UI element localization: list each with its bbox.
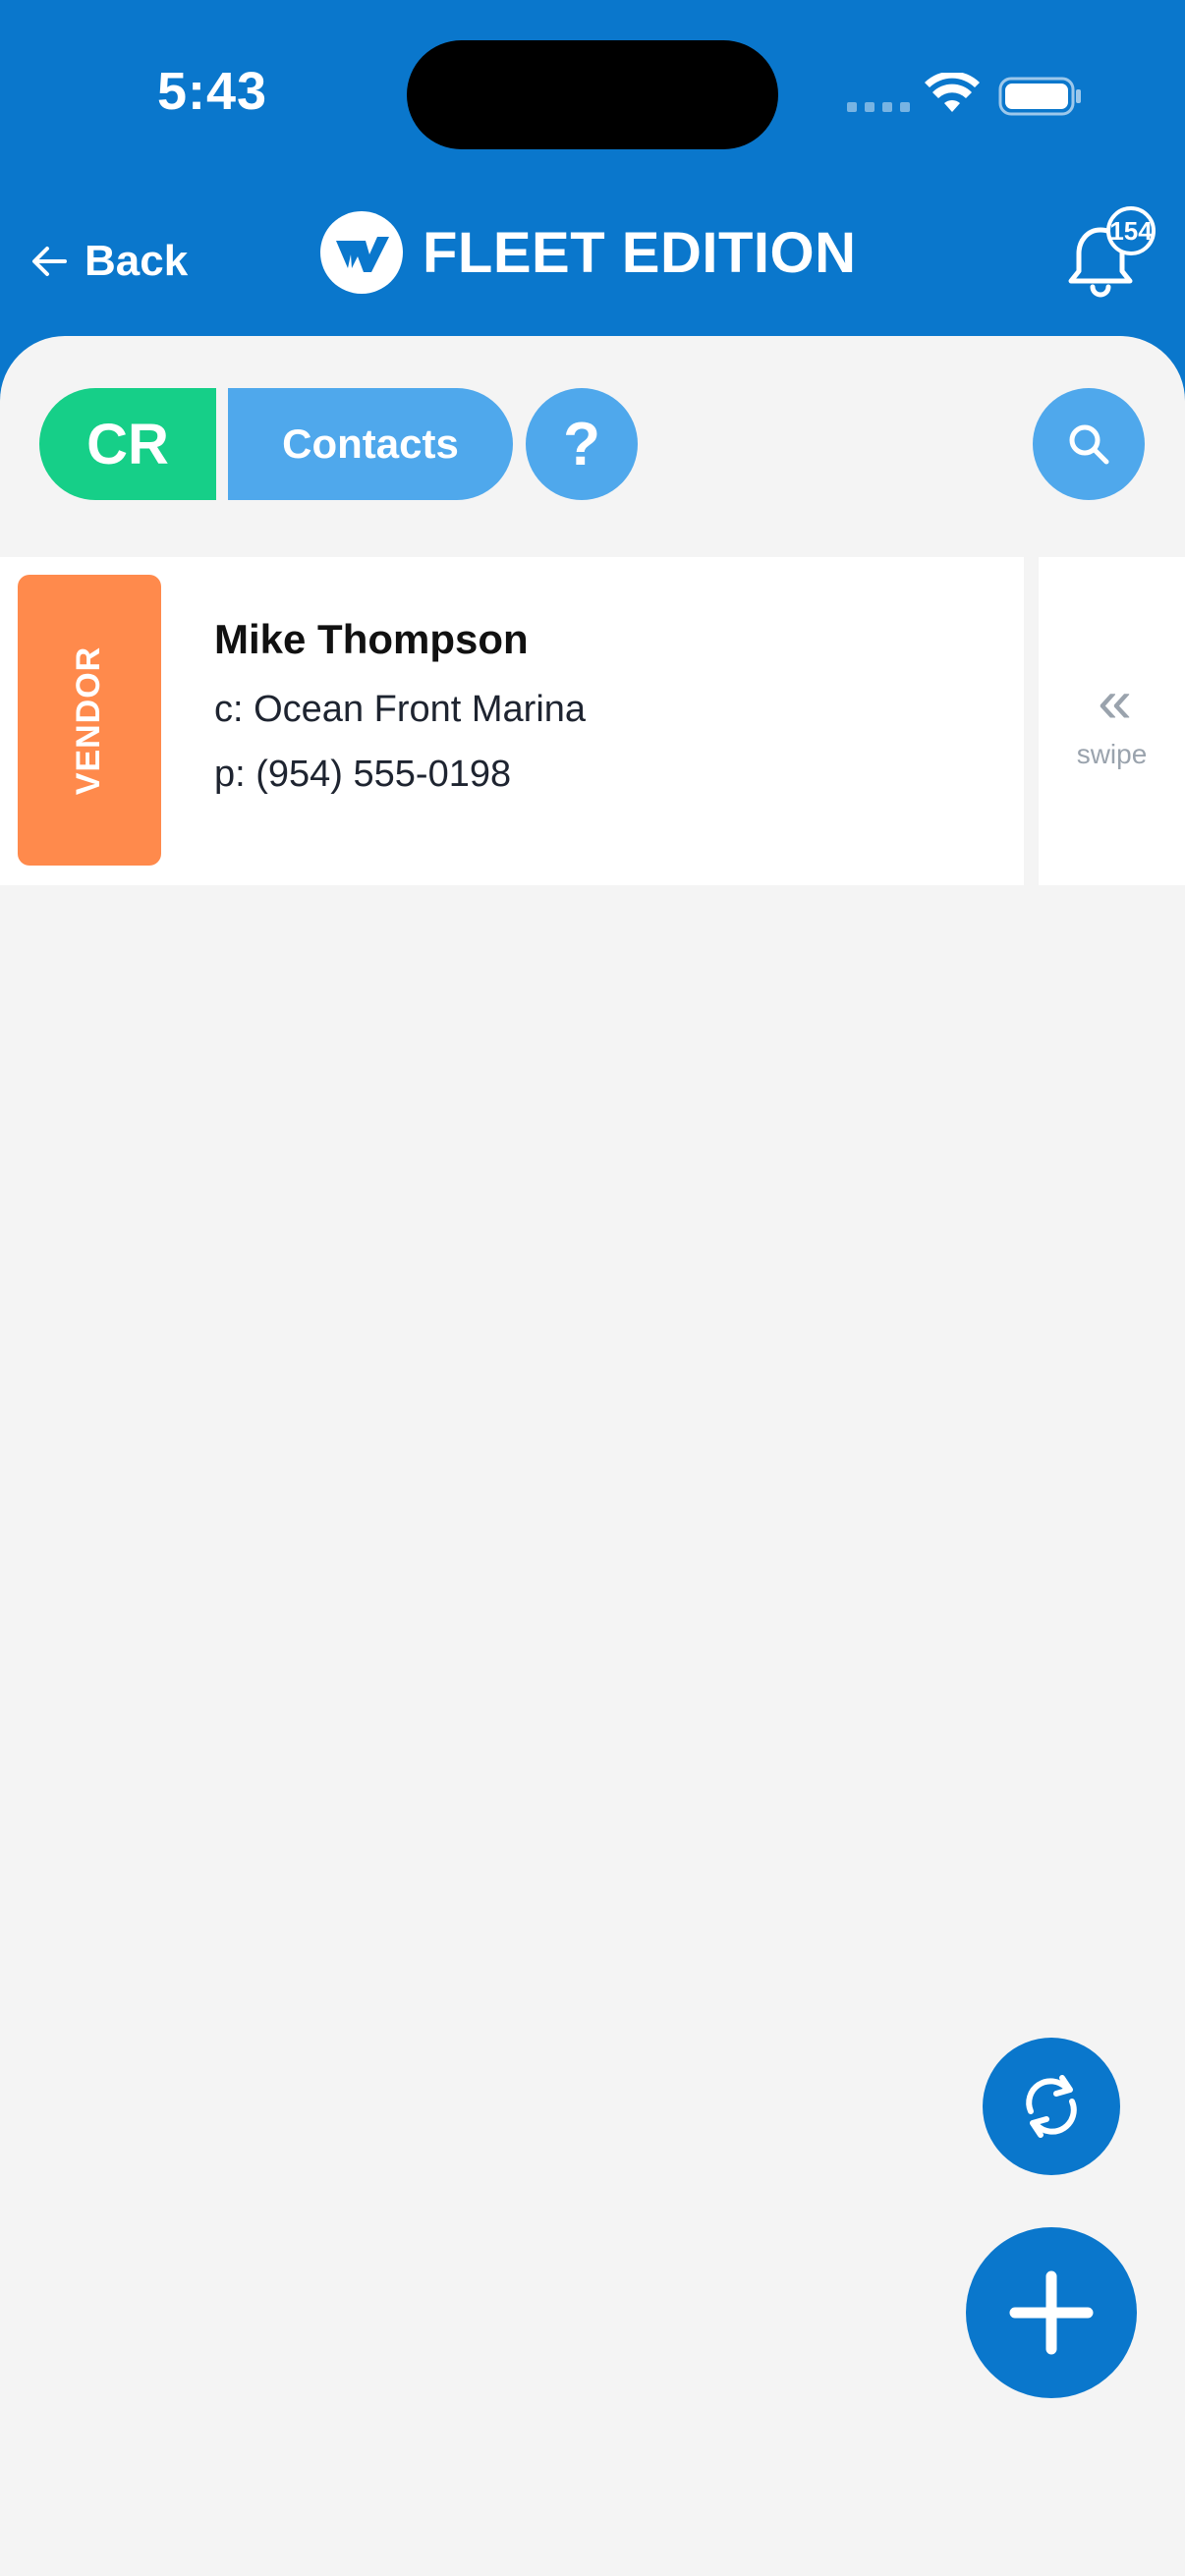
swipe-handle[interactable]: « swipe — [1039, 557, 1185, 885]
dynamic-island — [407, 40, 778, 149]
help-button[interactable]: ? — [526, 388, 638, 500]
wifi-icon — [925, 73, 980, 112]
back-button[interactable]: Back — [28, 232, 188, 291]
refresh-icon — [1026, 2075, 1077, 2138]
search-icon — [1069, 424, 1109, 465]
brand-header: FLEET EDITION — [320, 210, 857, 295]
notification-badge: 154 — [1106, 206, 1156, 255]
back-label: Back — [85, 237, 189, 285]
cellular-signal-icon — [847, 102, 910, 112]
app-screen: 5:43 Back FLEET EDITION 154 CR Contacts … — [0, 0, 1185, 2576]
brand-name: FLEET EDITION — [423, 220, 857, 285]
swipe-label: swipe — [1076, 739, 1148, 769]
search-button[interactable] — [1033, 388, 1145, 500]
contact-card[interactable]: VENDOR Mike Thompson c: Ocean Front Mari… — [0, 557, 1024, 885]
status-time: 5:43 — [157, 62, 268, 121]
vendor-tag-label: VENDOR — [70, 645, 108, 795]
contacts-tab[interactable]: Contacts — [228, 388, 513, 500]
contact-company: c: Ocean Front Marina — [214, 689, 587, 730]
contact-name: Mike Thompson — [214, 616, 529, 662]
vendor-tag: VENDOR — [18, 575, 161, 866]
double-chevron-left-icon: « — [1098, 668, 1132, 736]
add-contact-button[interactable] — [966, 2227, 1137, 2398]
back-arrow-icon — [32, 247, 67, 276]
contact-phone: p: (954) 555-0198 — [214, 754, 512, 795]
plus-icon — [1009, 2270, 1094, 2355]
cr-button[interactable]: CR — [39, 388, 216, 500]
battery-icon — [998, 77, 1081, 116]
refresh-button[interactable] — [983, 2038, 1120, 2175]
brand-logo-icon — [320, 211, 403, 294]
